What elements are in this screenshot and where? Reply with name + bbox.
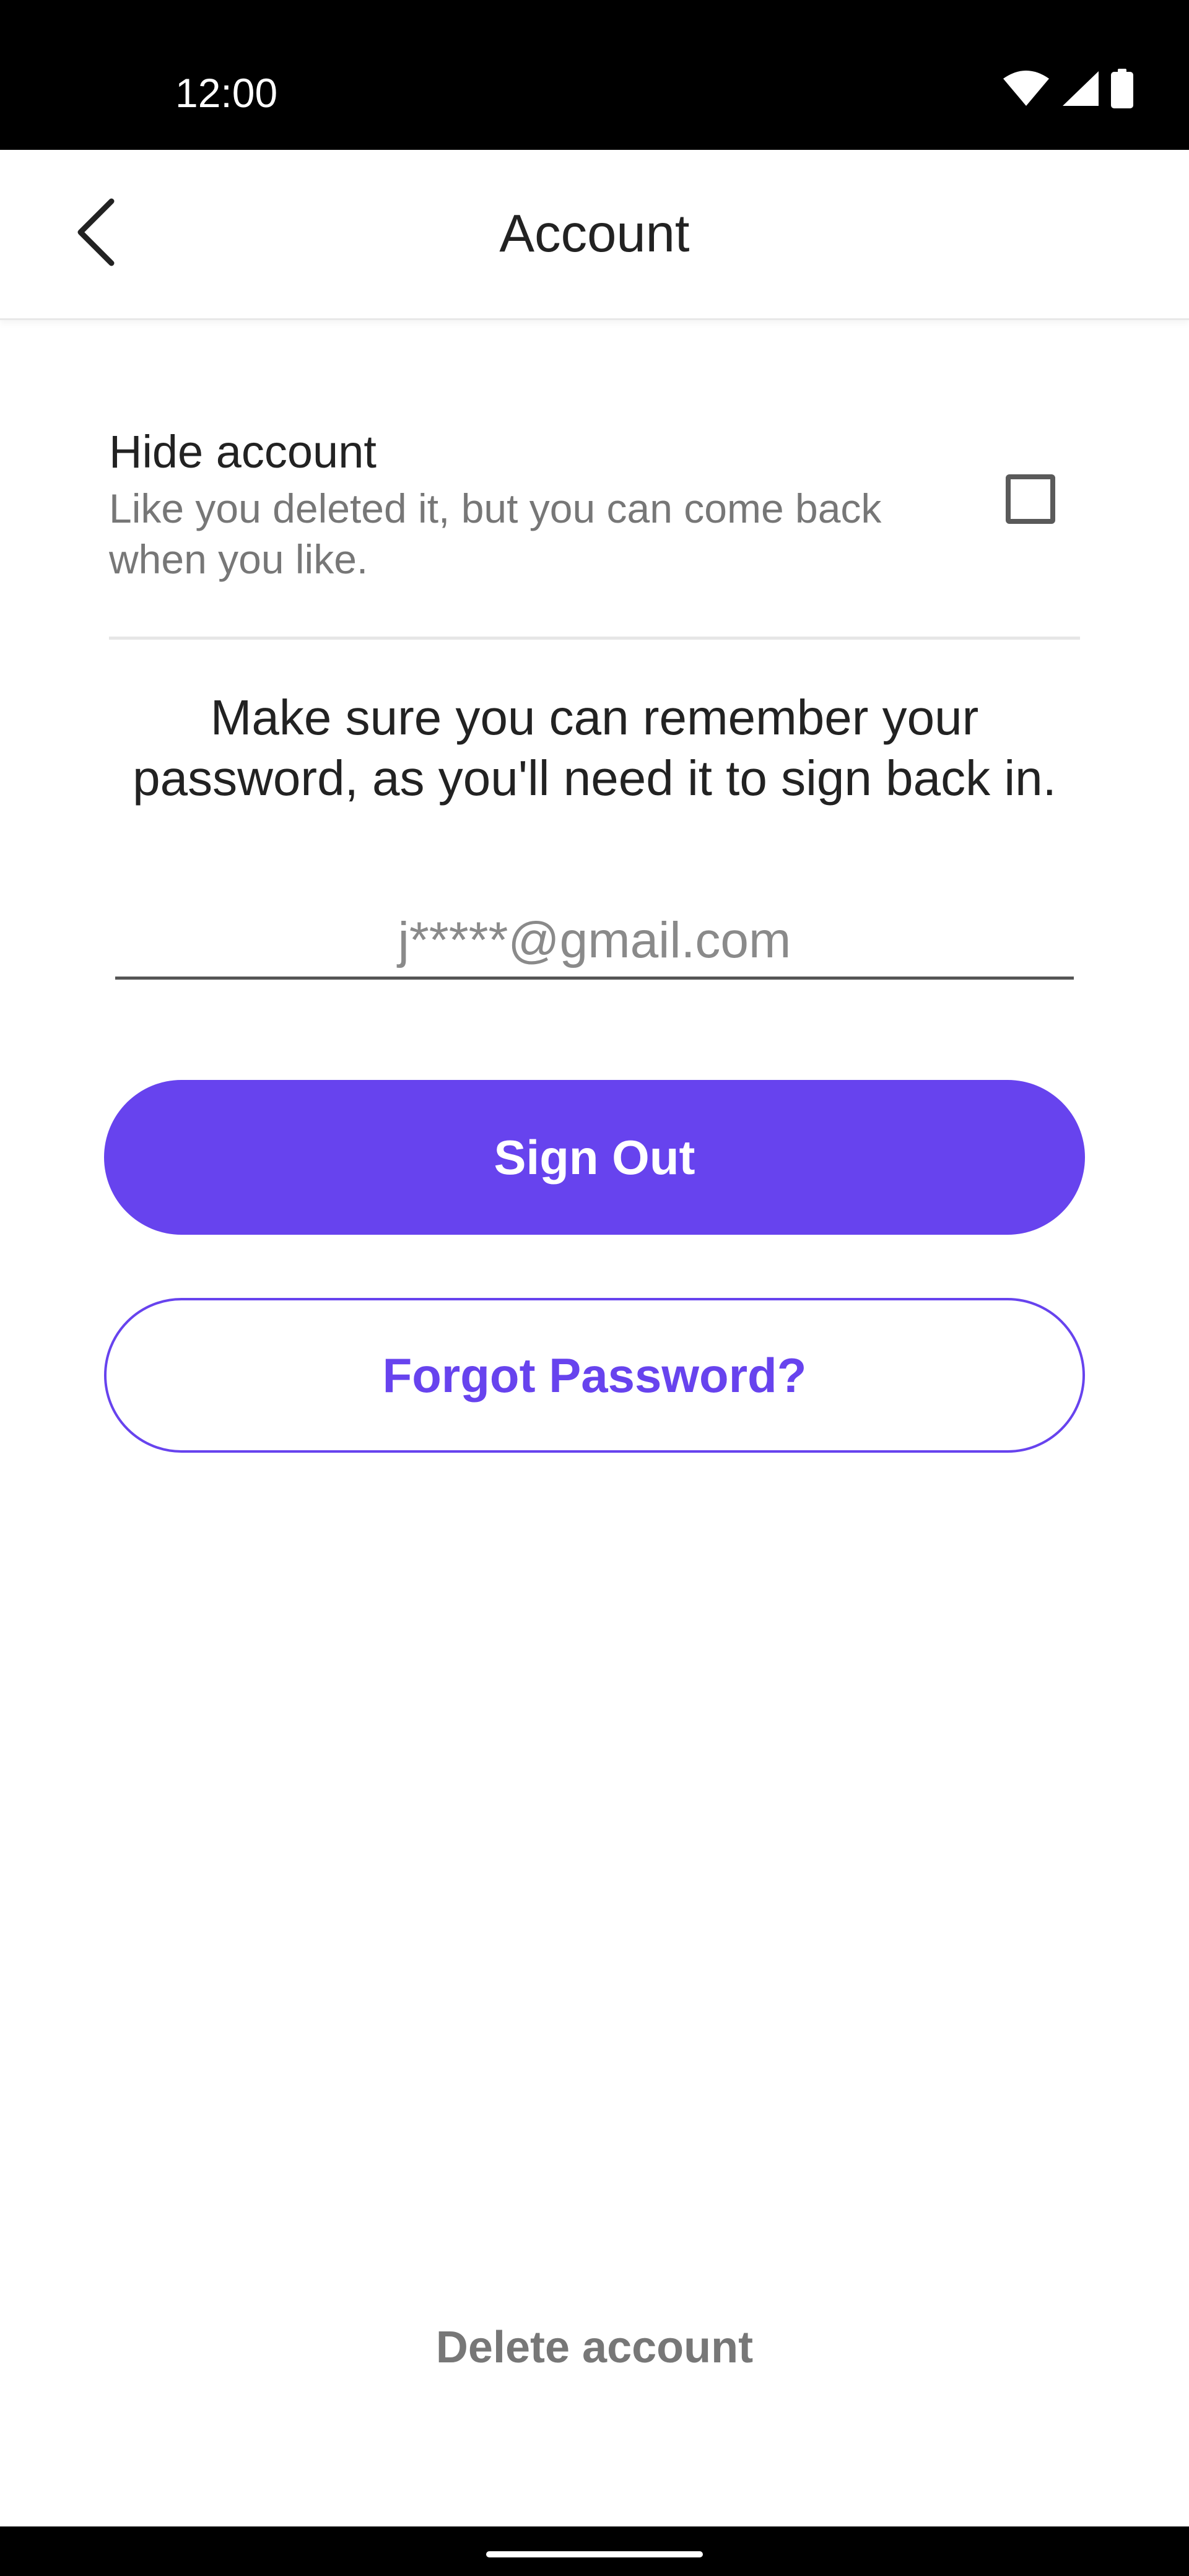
delete-account-link[interactable]: Delete account: [0, 2322, 1189, 2373]
status-icons: [1002, 68, 1133, 111]
forgot-password-button[interactable]: Forgot Password?: [104, 1298, 1085, 1453]
hide-account-description: Like you deleted it, but you can come ba…: [109, 485, 882, 582]
battery-icon: [1111, 68, 1133, 111]
wifi-icon: [1002, 70, 1050, 110]
app-bar: Account: [0, 150, 1189, 320]
sign-out-button[interactable]: Sign Out: [104, 1080, 1085, 1235]
email-field[interactable]: [115, 904, 1074, 980]
home-handle[interactable]: [486, 2551, 703, 2557]
divider: [109, 637, 1080, 640]
hide-account-title: Hide account: [109, 426, 377, 477]
status-bar: 12:00: [0, 0, 1189, 150]
hide-account-checkbox[interactable]: [1006, 474, 1055, 524]
navigation-bar: [0, 2526, 1189, 2576]
status-time: 12:00: [175, 70, 278, 116]
password-reminder-text: Make sure you can remember your password…: [133, 690, 1056, 806]
chevron-left-icon: [74, 198, 118, 269]
signal-icon: [1061, 70, 1100, 110]
hide-account-row[interactable]: Hide account Like you deleted it, but yo…: [109, 409, 1080, 638]
back-button[interactable]: [50, 187, 142, 280]
page-title: Account: [499, 204, 690, 263]
